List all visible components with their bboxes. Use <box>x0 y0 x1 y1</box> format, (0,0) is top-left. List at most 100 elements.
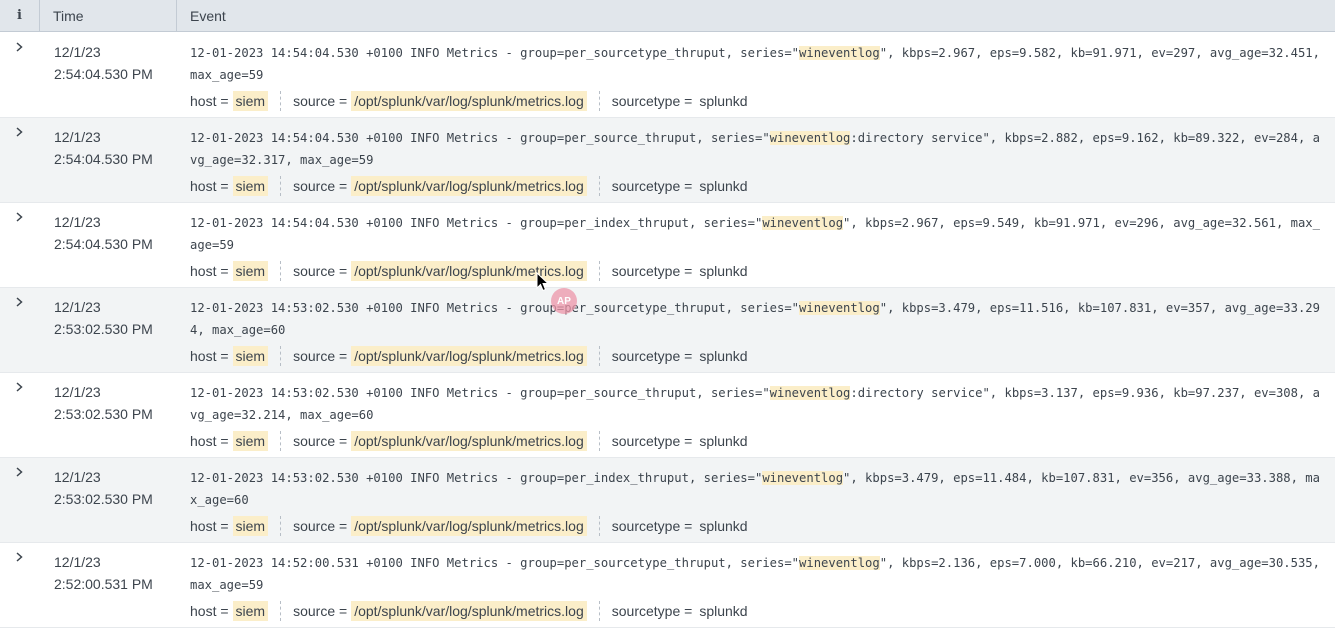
search-term-highlight[interactable]: wineventlog <box>799 556 880 570</box>
raw-event-text[interactable]: 12-01-2023 14:53:02.530 +0100 INFO Metri… <box>190 468 1322 511</box>
field-value[interactable]: splunkd <box>696 516 750 536</box>
raw-event-prefix: 12-01-2023 14:54:04.530 +0100 INFO Metri… <box>190 131 770 145</box>
field-sourcetype[interactable]: sourcetype = splunkd <box>612 261 751 281</box>
field-host[interactable]: host = siem <box>190 176 269 196</box>
field-sourcetype[interactable]: sourcetype = splunkd <box>612 91 751 111</box>
field-separator <box>280 346 282 366</box>
field-separator <box>598 261 600 281</box>
field-value[interactable]: splunkd <box>696 261 750 281</box>
raw-event-prefix: 12-01-2023 14:53:02.530 +0100 INFO Metri… <box>190 301 800 315</box>
field-value[interactable]: siem <box>232 91 269 111</box>
field-source[interactable]: source = /opt/splunk/var/log/splunk/metr… <box>293 431 587 451</box>
field-host[interactable]: host = siem <box>190 601 269 621</box>
field-value[interactable]: /opt/splunk/var/log/splunk/metrics.log <box>351 601 587 621</box>
event-fields: host = siem source = /opt/splunk/var/log… <box>190 259 751 283</box>
event-list: 12/1/23 2:54:04.530 PM 12-01-2023 14:54:… <box>0 33 1335 628</box>
event-row: 12/1/23 2:54:04.530 PM 12-01-2023 14:54:… <box>0 118 1335 203</box>
field-value[interactable]: /opt/splunk/var/log/splunk/metrics.log <box>351 176 587 196</box>
field-key: sourcetype = <box>611 178 693 194</box>
search-term-highlight[interactable]: wineventlog <box>769 131 851 145</box>
field-value[interactable]: splunkd <box>696 431 750 451</box>
expand-row-chevron-icon[interactable] <box>11 464 27 480</box>
search-term-highlight[interactable]: wineventlog <box>799 301 880 315</box>
expand-row-chevron-icon[interactable] <box>11 124 27 140</box>
raw-event-text[interactable]: 12-01-2023 14:54:04.530 +0100 INFO Metri… <box>190 213 1322 256</box>
raw-event-text[interactable]: 12-01-2023 14:54:04.530 +0100 INFO Metri… <box>190 43 1322 86</box>
search-term-highlight[interactable]: wineventlog <box>762 471 844 485</box>
field-separator <box>598 431 600 451</box>
event-timestamp: 2:54:04.530 PM <box>54 236 153 252</box>
expand-row-chevron-icon[interactable] <box>11 549 27 565</box>
field-value[interactable]: siem <box>232 346 269 366</box>
field-value[interactable]: /opt/splunk/var/log/splunk/metrics.log <box>351 261 587 281</box>
field-key: sourcetype = <box>611 433 693 449</box>
field-source[interactable]: source = /opt/splunk/var/log/splunk/metr… <box>293 91 587 111</box>
field-value[interactable]: siem <box>232 601 269 621</box>
event-row: 12/1/23 2:54:04.530 PM 12-01-2023 14:54:… <box>0 203 1335 288</box>
field-host[interactable]: host = siem <box>190 261 269 281</box>
field-key: host = <box>190 178 229 194</box>
event-timestamp: 2:54:04.530 PM <box>54 151 153 167</box>
field-value[interactable]: splunkd <box>696 176 750 196</box>
raw-event-prefix: 12-01-2023 14:54:04.530 +0100 INFO Metri… <box>190 216 763 230</box>
field-host[interactable]: host = siem <box>190 91 269 111</box>
expand-row-chevron-icon[interactable] <box>11 39 27 55</box>
field-key: host = <box>190 518 229 534</box>
event-date: 12/1/23 <box>54 469 101 485</box>
field-sourcetype[interactable]: sourcetype = splunkd <box>612 516 751 536</box>
field-value[interactable]: splunkd <box>696 91 750 111</box>
field-key: host = <box>190 433 229 449</box>
field-source[interactable]: source = /opt/splunk/var/log/splunk/metr… <box>293 516 587 536</box>
field-value[interactable]: /opt/splunk/var/log/splunk/metrics.log <box>351 91 587 111</box>
event-column-header[interactable]: Event <box>177 0 226 32</box>
event-fields: host = siem source = /opt/splunk/var/log… <box>190 89 751 113</box>
field-sourcetype[interactable]: sourcetype = splunkd <box>612 601 751 621</box>
field-value[interactable]: siem <box>232 431 269 451</box>
event-timestamp: 2:53:02.530 PM <box>54 491 153 507</box>
field-host[interactable]: host = siem <box>190 516 269 536</box>
field-value[interactable]: /opt/splunk/var/log/splunk/metrics.log <box>351 346 587 366</box>
raw-event-prefix: 12-01-2023 14:53:02.530 +0100 INFO Metri… <box>190 471 763 485</box>
field-sourcetype[interactable]: sourcetype = splunkd <box>612 431 751 451</box>
expand-row-chevron-icon[interactable] <box>11 294 27 310</box>
event-date: 12/1/23 <box>54 44 101 60</box>
field-value[interactable]: splunkd <box>696 346 750 366</box>
field-host[interactable]: host = siem <box>190 346 269 366</box>
field-value[interactable]: siem <box>232 516 269 536</box>
field-source[interactable]: source = /opt/splunk/var/log/splunk/metr… <box>293 346 587 366</box>
event-time: 12/1/23 2:53:02.530 PM <box>54 466 153 510</box>
search-term-highlight[interactable]: wineventlog <box>762 216 844 230</box>
field-key: source = <box>293 348 348 364</box>
search-term-highlight[interactable]: wineventlog <box>769 386 851 400</box>
field-sourcetype[interactable]: sourcetype = splunkd <box>612 176 751 196</box>
field-separator <box>280 261 282 281</box>
field-key: sourcetype = <box>611 93 693 109</box>
expand-row-chevron-icon[interactable] <box>11 379 27 395</box>
field-value[interactable]: /opt/splunk/var/log/splunk/metrics.log <box>351 431 587 451</box>
field-value[interactable]: splunkd <box>696 601 750 621</box>
raw-event-text[interactable]: 12-01-2023 14:53:02.530 +0100 INFO Metri… <box>190 298 1322 341</box>
info-column-header[interactable]: i <box>0 0 40 32</box>
event-date: 12/1/23 <box>54 384 101 400</box>
field-value[interactable]: siem <box>232 261 269 281</box>
raw-event-text[interactable]: 12-01-2023 14:53:02.530 +0100 INFO Metri… <box>190 383 1322 426</box>
field-separator <box>598 601 600 621</box>
field-host[interactable]: host = siem <box>190 431 269 451</box>
expand-row-chevron-icon[interactable] <box>11 209 27 225</box>
raw-event-text[interactable]: 12-01-2023 14:54:04.530 +0100 INFO Metri… <box>190 128 1322 171</box>
event-fields: host = siem source = /opt/splunk/var/log… <box>190 344 751 368</box>
raw-event-prefix: 12-01-2023 14:54:04.530 +0100 INFO Metri… <box>190 46 800 60</box>
event-row: 12/1/23 2:52:00.531 PM 12-01-2023 14:52:… <box>0 543 1335 628</box>
event-row: 12/1/23 2:54:04.530 PM 12-01-2023 14:54:… <box>0 33 1335 118</box>
event-fields: host = siem source = /opt/splunk/var/log… <box>190 599 751 623</box>
field-sourcetype[interactable]: sourcetype = splunkd <box>612 346 751 366</box>
raw-event-text[interactable]: 12-01-2023 14:52:00.531 +0100 INFO Metri… <box>190 553 1322 596</box>
field-source[interactable]: source = /opt/splunk/var/log/splunk/metr… <box>293 601 587 621</box>
time-column-header[interactable]: Time <box>40 0 177 32</box>
field-value[interactable]: siem <box>232 176 269 196</box>
field-value[interactable]: /opt/splunk/var/log/splunk/metrics.log <box>351 516 587 536</box>
search-term-highlight[interactable]: wineventlog <box>799 46 880 60</box>
event-date: 12/1/23 <box>54 214 101 230</box>
results-header: i Time Event <box>0 0 1335 32</box>
field-source[interactable]: source = /opt/splunk/var/log/splunk/metr… <box>293 176 587 196</box>
